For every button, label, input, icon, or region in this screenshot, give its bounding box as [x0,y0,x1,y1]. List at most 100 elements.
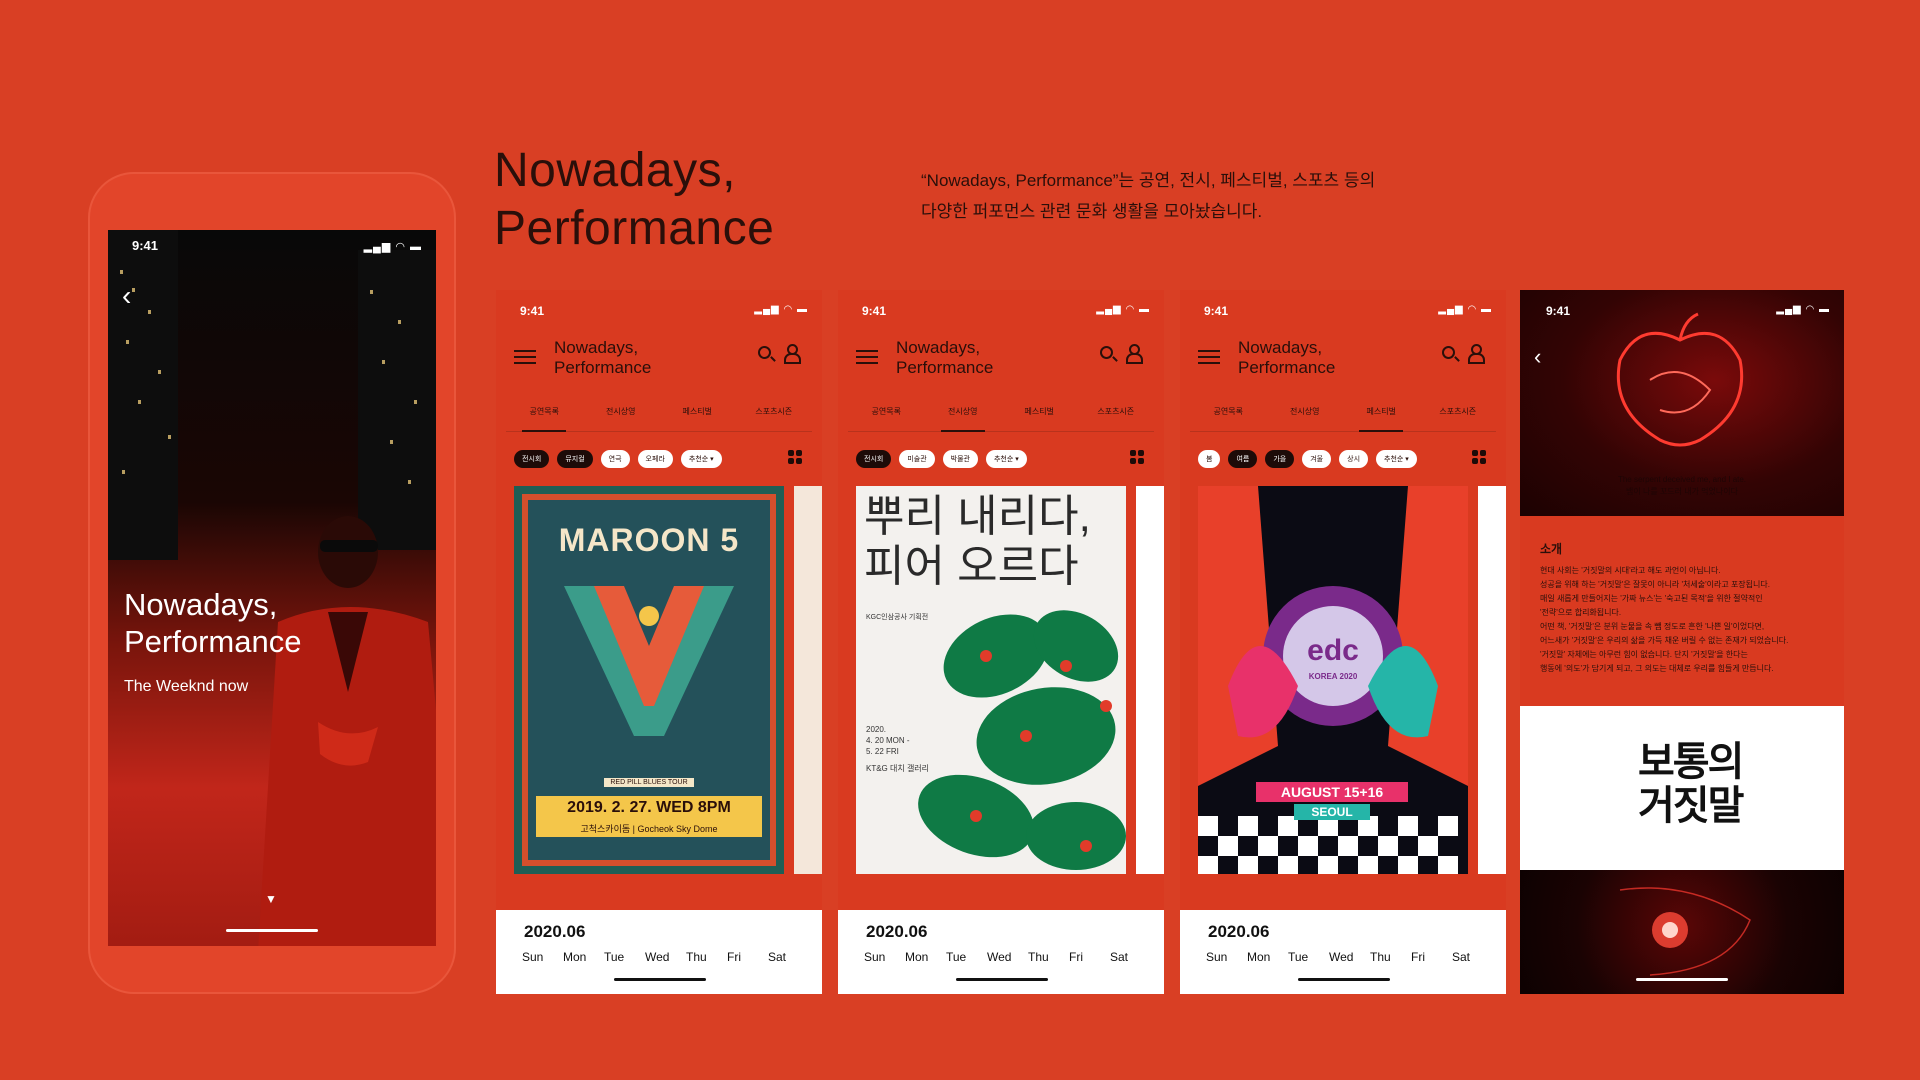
calendar-strip: 2020.06 Sun Mon Tue Wed Thu Fri Sat [1180,910,1506,994]
body-line: '전략'으로 합리화됩니다. [1540,608,1622,617]
grid-view-icon[interactable] [1130,450,1144,464]
user-icon[interactable] [1126,344,1143,364]
grid-view-icon[interactable] [788,450,802,464]
tab-sports[interactable]: 스포츠시즌 [1428,402,1488,431]
poster-artist: MAROON 5 [558,522,740,558]
user-icon[interactable] [784,344,801,364]
brand-line-2: Performance [1238,358,1336,377]
poster-city: SEOUL [1294,804,1370,820]
poster-tour: RED PILL BLUES TOUR [604,778,694,787]
weekday-fri[interactable]: Fri [1069,950,1110,964]
weekday-sat[interactable]: Sat [768,950,809,964]
weekday-sun[interactable]: Sun [522,950,563,964]
poster-exhibition[interactable]: 뿌리 내리다, 피어 오르다 KGC인삼공사 기획전 2020. 4. 20 M… [856,486,1126,874]
filter-chip[interactable]: 여름 [1228,450,1258,468]
filter-chip[interactable]: 전시회 [856,450,892,468]
sort-dropdown[interactable]: 추천순 ▾ [985,450,1027,468]
filter-chip[interactable]: 봄 [1198,450,1221,468]
menu-icon[interactable] [856,350,878,364]
status-time: 9:41 [520,304,545,318]
search-icon[interactable] [758,346,771,359]
weekday-tue[interactable]: Tue [946,950,987,964]
sort-dropdown[interactable]: 추천순 ▾ [680,450,722,468]
filter-chip[interactable]: 연극 [600,450,630,468]
filter-chip[interactable]: 미술관 [899,450,935,468]
calendar-strip: 2020.06 Sun Mon Tue Wed Thu Fri Sat [838,910,1164,994]
page-description: “Nowadays, Performance”는 공연, 전시, 페스티벌, 스… [921,165,1481,227]
tab-festivals[interactable]: 페스티벌 [1009,402,1069,431]
hero-title-line-2: Performance [124,624,302,659]
weekday-mon[interactable]: Mon [563,950,604,964]
weekday-wed[interactable]: Wed [987,950,1028,964]
tab-festivals[interactable]: 페스티벌 [1351,402,1411,432]
brand-line-1: Nowadays, [896,338,981,357]
poster-edc[interactable]: edc KOREA 2020 AUGUST 15+16 SEOUL [1198,486,1468,874]
menu-icon[interactable] [514,350,536,364]
tab-exhibitions[interactable]: 전시상영 [933,402,993,432]
filter-chip[interactable]: 가을 [1265,450,1295,468]
tab-performances[interactable]: 공연목록 [1198,402,1258,431]
building-left [108,230,178,560]
home-indicator [956,978,1048,981]
weekday-mon[interactable]: Mon [1247,950,1288,964]
poster-leaf-graphic [918,610,1126,870]
sort-dropdown[interactable]: 추천순 ▾ [1376,450,1417,468]
grid-view-icon[interactable] [1472,450,1486,464]
image-caption: The serpent deceived me, and I ate. 뱀이 나… [1520,474,1844,498]
menu-icon[interactable] [1198,350,1220,364]
back-icon[interactable]: ‹ [122,280,131,312]
weekday-fri[interactable]: Fri [1411,950,1452,964]
search-icon[interactable] [1442,346,1455,359]
body-line: 어느새가 '거짓말'은 우리의 삶을 가득 채운 버릴 수 없는 존재가 되었습… [1540,636,1789,645]
weekday-tue[interactable]: Tue [604,950,645,964]
detail-title-line-1: 보통의 [1638,740,1744,784]
weekday-tue[interactable]: Tue [1288,950,1329,964]
weekday-thu[interactable]: Thu [1028,950,1069,964]
weekday-sat[interactable]: Sat [1452,950,1493,964]
weekday-sat[interactable]: Sat [1110,950,1151,964]
user-icon[interactable] [1468,344,1485,364]
next-poster-peek[interactable] [794,486,822,874]
poster-maroon5[interactable]: MAROON 5 RED PILL BLUES TOUR 2019. 2. 27… [514,486,784,874]
back-icon[interactable]: ‹ [1534,344,1541,370]
weekday-thu[interactable]: Thu [1370,950,1411,964]
detail-screen: 9:41 ▂▄▆ ◠ ▬ ‹ The serpent deceived me, … [1520,290,1844,994]
filter-chip[interactable]: 겨울 [1302,450,1332,468]
filter-chip[interactable]: 상시 [1339,450,1369,468]
weekday-fri[interactable]: Fri [727,950,768,964]
weekday-row: Sun Mon Tue Wed Thu Fri Sat [522,950,809,964]
weekday-sun[interactable]: Sun [864,950,905,964]
weekday-wed[interactable]: Wed [1329,950,1370,964]
poster-v-graphic [564,586,734,736]
section-heading: 소개 [1540,542,1563,556]
app-screen-exhibitions: 9:41 ▂▄▆ ◠ ▬ Nowadays, Performance 공연목록 … [838,290,1164,994]
status-time: 9:41 [862,304,887,318]
status-time: 9:41 [1204,304,1229,318]
weekday-mon[interactable]: Mon [905,950,946,964]
tab-performances[interactable]: 공연목록 [856,402,916,431]
filter-chip[interactable]: 전시회 [514,450,550,468]
hero-title-line-1: Nowadays, [124,587,278,622]
scroll-down-icon[interactable]: ▼ [265,892,277,906]
next-poster-peek[interactable] [1478,486,1506,874]
tab-exhibitions[interactable]: 전시상영 [1275,402,1335,431]
weekday-sun[interactable]: Sun [1206,950,1247,964]
next-poster-peek[interactable] [1136,486,1164,874]
weekday-thu[interactable]: Thu [686,950,727,964]
tab-exhibitions[interactable]: 전시상영 [591,402,651,431]
hero-subtitle: The Weeknd now [124,678,249,695]
tab-sports[interactable]: 스포츠시즌 [744,402,804,431]
filter-chip[interactable]: 뮤지컬 [557,450,593,468]
filter-chip[interactable]: 박물관 [942,450,978,468]
tab-sports[interactable]: 스포츠시즌 [1086,402,1146,431]
calendar-month: 2020.06 [866,922,928,941]
search-icon[interactable] [1100,346,1113,359]
detail-body: 현대 사회는 '거짓말의 시대'라고 해도 과언이 아닙니다. 성공을 위해 하… [1540,564,1836,676]
tab-performances[interactable]: 공연목록 [514,402,574,432]
filter-chip[interactable]: 오페라 [637,450,673,468]
tab-festivals[interactable]: 페스티벌 [667,402,727,431]
description-line-2: 다양한 퍼포먼스 관련 문화 생활을 모아놨습니다. [921,202,1263,221]
status-icons: ▂▄▆ ◠ ▬ [754,304,808,315]
weekday-wed[interactable]: Wed [645,950,686,964]
poster-info-line: 2020. [866,725,887,734]
